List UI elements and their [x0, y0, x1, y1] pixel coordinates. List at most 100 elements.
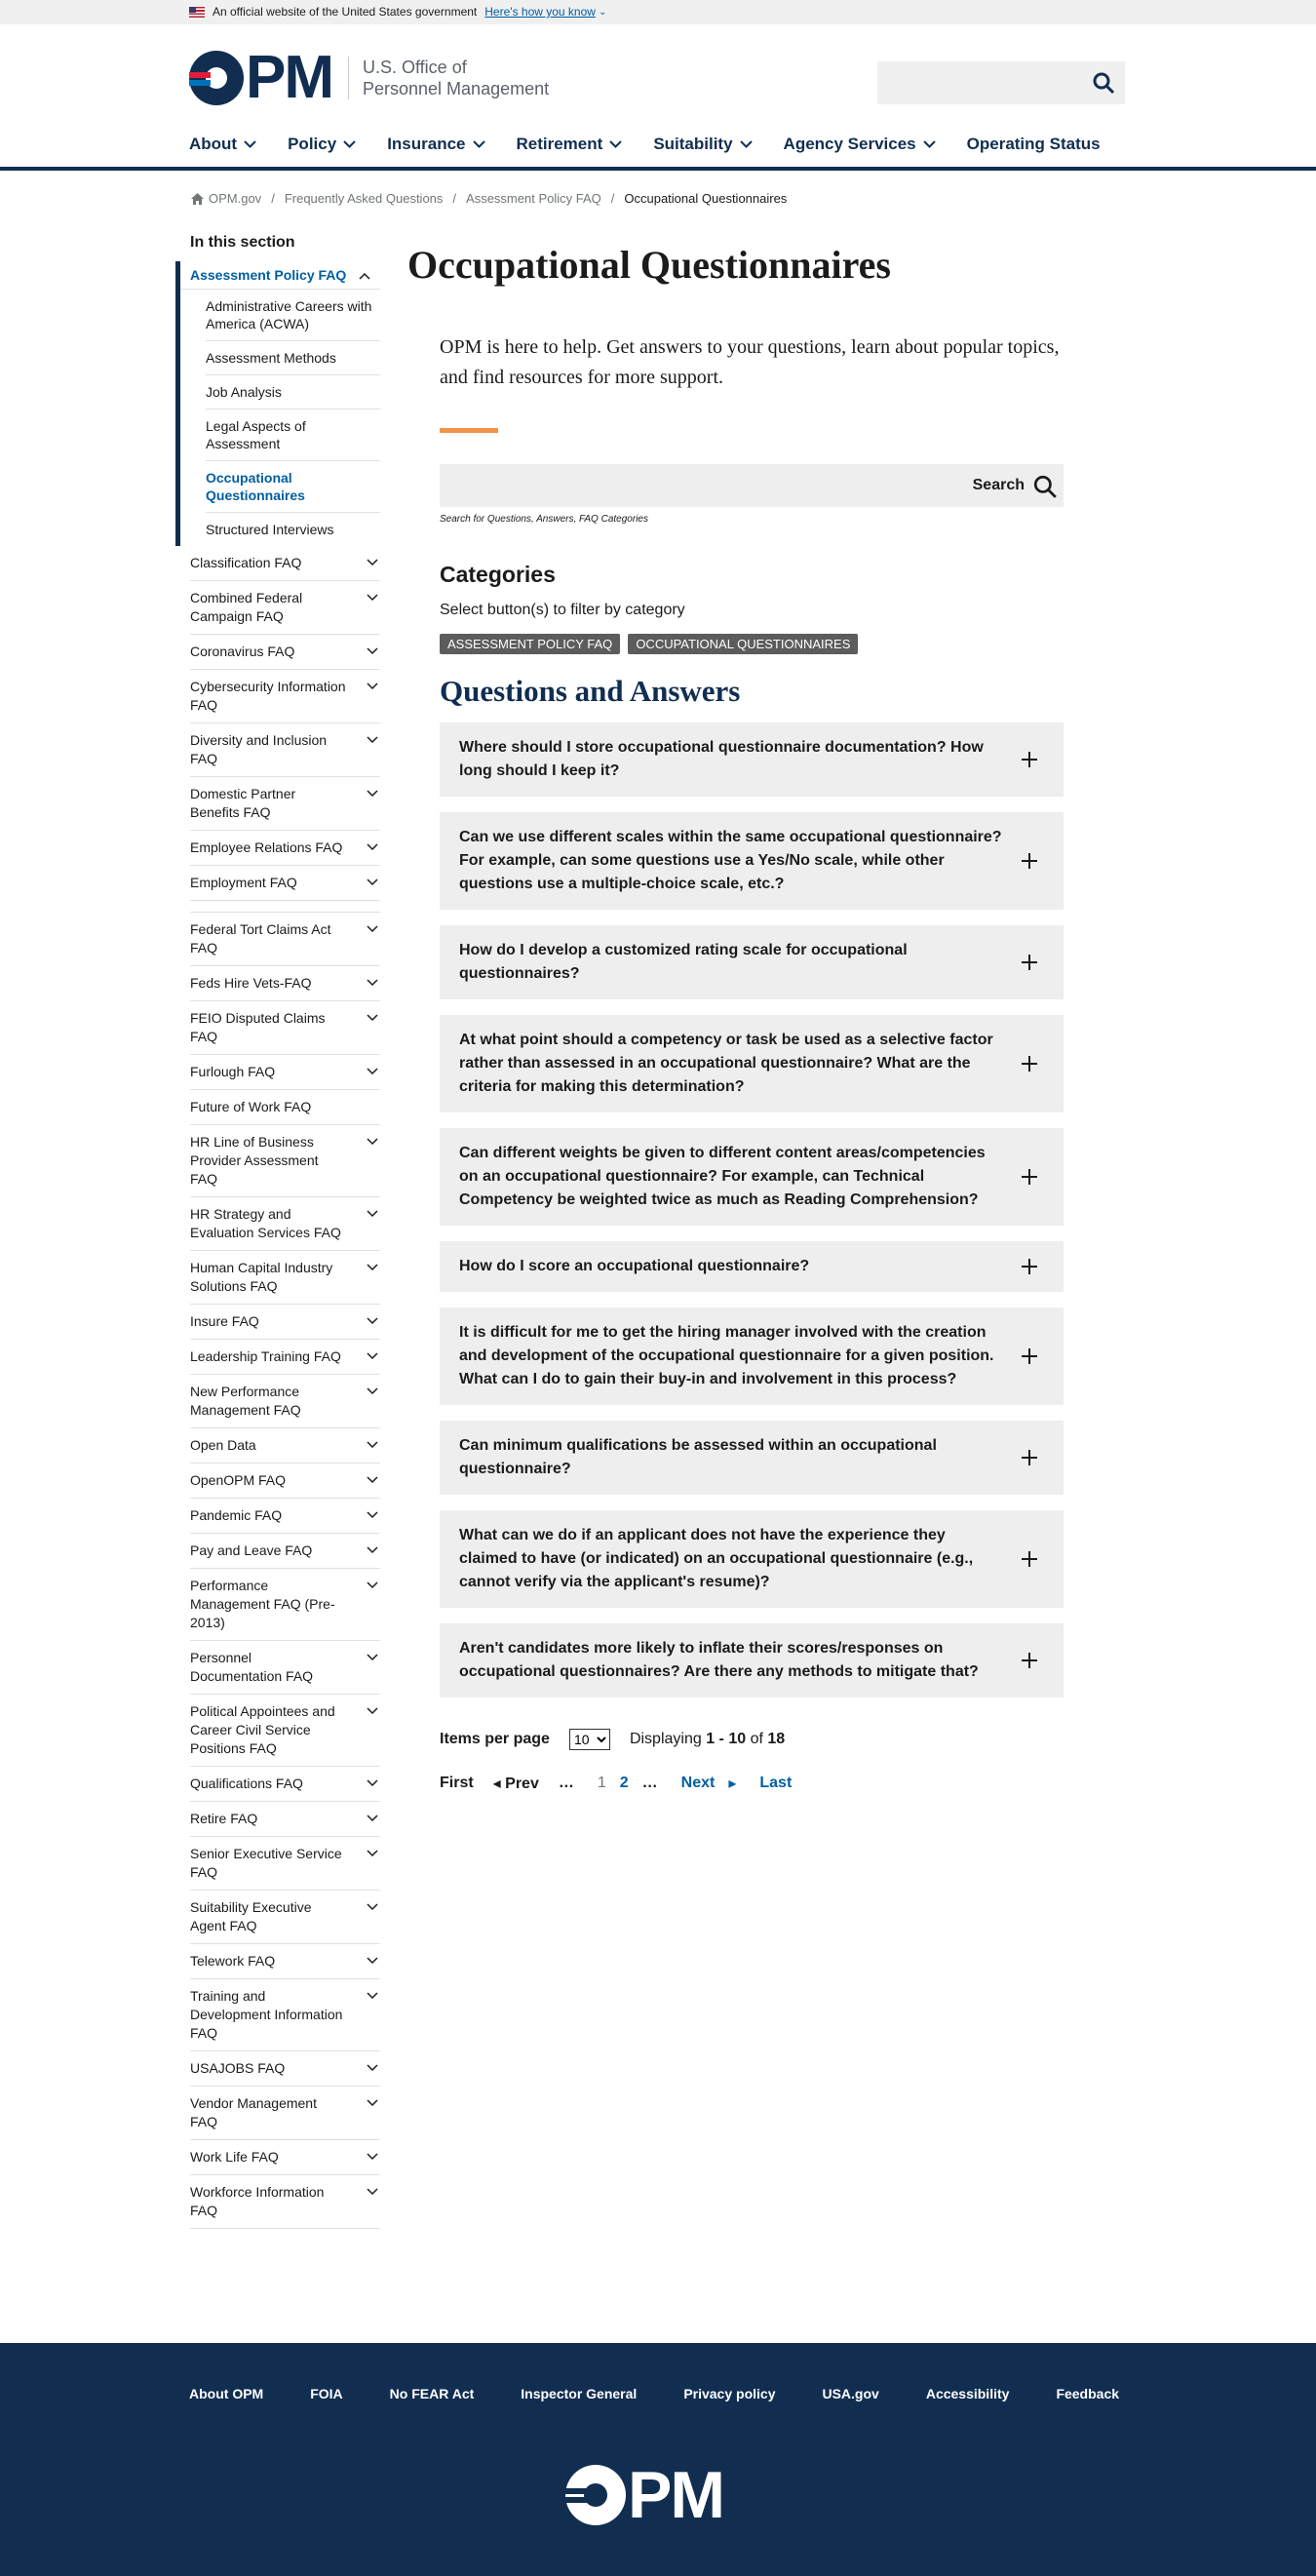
sidebar-item-telework-faq[interactable]: Telework FAQ — [190, 1944, 380, 1979]
sidebar-subitem-job-analysis[interactable]: Job Analysis — [206, 375, 380, 410]
chevron-down-icon[interactable] — [367, 1138, 378, 1146]
breadcrumb-faq[interactable]: Frequently Asked Questions — [285, 191, 444, 206]
chevron-down-icon[interactable] — [367, 1546, 378, 1554]
chevron-down-icon[interactable] — [367, 1815, 378, 1822]
pager-last[interactable]: Last — [759, 1775, 792, 1792]
sidebar-subitem-legal-aspects-of-assessment[interactable]: Legal Aspects of Assessment — [206, 410, 380, 461]
sidebar-item-training-and-development-information-faq[interactable]: Training and Development Information FAQ — [190, 1979, 380, 2051]
sidebar-item-furlough-faq[interactable]: Furlough FAQ — [190, 1055, 380, 1090]
nav-item-insurance[interactable]: Insurance — [387, 135, 485, 154]
chevron-down-icon[interactable] — [367, 2099, 378, 2107]
chevron-down-icon[interactable] — [367, 1992, 378, 2000]
qa-item[interactable]: At what point should a competency or tas… — [440, 1015, 1064, 1112]
sidebar-item-suitability-executive-agent-faq[interactable]: Suitability Executive Agent FAQ — [190, 1891, 380, 1944]
sidebar-item-classification-faq[interactable]: Classification FAQ — [190, 546, 380, 581]
heres-how-you-know-link[interactable]: Here's how you know — [484, 5, 596, 19]
footer-opm-logo[interactable]: PM — [565, 2462, 725, 2528]
chevron-down-icon[interactable] — [367, 1476, 378, 1484]
footer-link-accessibility[interactable]: Accessibility — [926, 2386, 1010, 2401]
sidebar-subitem-structured-interviews[interactable]: Structured Interviews — [206, 513, 380, 546]
footer-link-inspector-general[interactable]: Inspector General — [521, 2386, 637, 2401]
nav-item-operating-status[interactable]: Operating Status — [967, 135, 1101, 154]
chevron-down-icon[interactable] — [367, 1352, 378, 1360]
nav-item-about[interactable]: About — [189, 135, 256, 154]
chevron-down-icon[interactable] — [367, 1957, 378, 1965]
sidebar-item-usajobs-faq[interactable]: USAJOBS FAQ — [190, 2051, 380, 2087]
sidebar-item-assessment-policy-faq[interactable]: Assessment Policy FAQ — [180, 261, 380, 290]
footer-link-no-fear-act[interactable]: No FEAR Act — [390, 2386, 475, 2401]
qa-item[interactable]: Can different weights be given to differ… — [440, 1128, 1064, 1226]
chevron-down-icon[interactable] — [367, 1014, 378, 1022]
chevron-down-icon[interactable] — [922, 140, 936, 148]
opm-logo[interactable]: PM U.S. Office of Personnel Management — [189, 48, 549, 108]
chevron-down-icon[interactable] — [367, 2064, 378, 2072]
footer-link-privacy-policy[interactable]: Privacy policy — [683, 2386, 775, 2401]
sidebar-item-combined-federal-campaign-faq[interactable]: Combined Federal Campaign FAQ — [190, 581, 380, 635]
qa-item[interactable]: Can we use different scales within the s… — [440, 812, 1064, 910]
chevron-down-icon[interactable] — [367, 736, 378, 744]
plus-icon[interactable] — [1021, 1258, 1038, 1275]
sidebar-subitem-occupational-questionnaires[interactable]: Occupational Questionnaires — [206, 461, 380, 513]
plus-icon[interactable] — [1021, 1449, 1038, 1466]
footer-link-feedback[interactable]: Feedback — [1056, 2386, 1119, 2401]
qa-item[interactable]: How do I develop a customized rating sca… — [440, 925, 1064, 999]
sidebar-item-future-of-work-faq[interactable]: Future of Work FAQ — [190, 1090, 380, 1125]
sidebar-item-work-life-faq[interactable]: Work Life FAQ — [190, 2140, 380, 2175]
chevron-down-icon[interactable] — [367, 1779, 378, 1787]
sidebar-item-workforce-information-faq[interactable]: Workforce Information FAQ — [190, 2175, 380, 2229]
sidebar-item-human-capital-industry-solutions-faq[interactable]: Human Capital Industry Solutions FAQ — [190, 1251, 380, 1305]
sidebar-item-feds-hire-vets-faq[interactable]: Feds Hire Vets-FAQ — [190, 966, 380, 1001]
sidebar-item-diversity-and-inclusion-faq[interactable]: Diversity and Inclusion FAQ — [190, 723, 380, 777]
plus-icon[interactable] — [1021, 1055, 1038, 1073]
chevron-down-icon[interactable] — [739, 140, 753, 148]
chevron-down-icon[interactable] — [367, 559, 378, 566]
sidebar-item-senior-executive-service-faq[interactable]: Senior Executive Service FAQ — [190, 1837, 380, 1891]
tag-assessment-policy-faq[interactable]: ASSESSMENT POLICY FAQ — [440, 634, 621, 654]
chevron-down-icon[interactable] — [367, 683, 378, 690]
chevron-down-icon[interactable] — [367, 1441, 378, 1449]
chevron-down-icon[interactable] — [367, 843, 378, 851]
sidebar-item-employment-faq[interactable]: Employment FAQ — [190, 866, 380, 901]
pager-page-2[interactable]: 2 — [620, 1775, 629, 1792]
sidebar-item-federal-tort-claims-act-faq[interactable]: Federal Tort Claims Act FAQ — [190, 913, 380, 966]
chevron-down-icon[interactable] — [367, 1317, 378, 1325]
sidebar-item-coronavirus-faq[interactable]: Coronavirus FAQ — [190, 635, 380, 670]
chevron-down-icon[interactable] — [367, 2188, 378, 2196]
sidebar-item-political-appointees-and-career-civil-service-positions-faq[interactable]: Political Appointees and Career Civil Se… — [190, 1695, 380, 1767]
chevron-down-icon[interactable] — [367, 2153, 378, 2161]
chevron-down-icon[interactable] — [367, 1387, 378, 1395]
chevron-down-icon[interactable] — [367, 979, 378, 987]
next-arrow-icon[interactable]: ▸ — [728, 1774, 736, 1793]
qa-item[interactable]: What can we do if an applicant does not … — [440, 1510, 1064, 1608]
sidebar-item-feio-disputed-claims-faq[interactable]: FEIO Disputed Claims FAQ — [190, 1001, 380, 1055]
chevron-down-icon[interactable] — [244, 140, 256, 148]
plus-icon[interactable] — [1021, 751, 1038, 768]
search-icon[interactable] — [1032, 474, 1058, 499]
pager-prev[interactable]: ◂ Prev — [493, 1774, 539, 1793]
qa-item[interactable]: Where should I store occupational questi… — [440, 722, 1064, 797]
sidebar-subitem-administrative-careers-with-america-acwa[interactable]: Administrative Careers with America (ACW… — [206, 290, 380, 341]
breadcrumb-home[interactable]: OPM.gov — [209, 191, 261, 206]
chevron-down-icon[interactable] — [367, 925, 378, 933]
sidebar-item-leadership-training-faq[interactable]: Leadership Training FAQ — [190, 1340, 380, 1375]
sidebar-item-retire-faq[interactable]: Retire FAQ — [190, 1802, 380, 1837]
chevron-down-icon[interactable] — [367, 594, 378, 602]
items-per-page-select[interactable]: 10 — [568, 1729, 610, 1750]
chevron-down-icon[interactable] — [367, 878, 378, 886]
qa-item[interactable]: How do I score an occupational questionn… — [440, 1241, 1064, 1292]
sidebar-item-cybersecurity-information-faq[interactable]: Cybersecurity Information FAQ — [190, 670, 380, 723]
site-search-input[interactable] — [877, 61, 1125, 104]
chevron-down-icon[interactable] — [609, 140, 623, 148]
breadcrumb-assessment-policy[interactable]: Assessment Policy FAQ — [466, 191, 601, 206]
sidebar-item-employee-relations-faq[interactable]: Employee Relations FAQ — [190, 831, 380, 866]
sidebar-item-openopm-faq[interactable]: OpenOPM FAQ — [190, 1464, 380, 1499]
sidebar-item-performance-management-faq-pre-2013[interactable]: Performance Management FAQ (Pre-2013) — [190, 1569, 380, 1641]
nav-item-agency-services[interactable]: Agency Services — [784, 135, 936, 154]
sidebar-item-new-performance-management-faq[interactable]: New Performance Management FAQ — [190, 1375, 380, 1428]
search-icon[interactable] — [1092, 71, 1115, 95]
nav-item-retirement[interactable]: Retirement — [517, 135, 623, 154]
chevron-down-icon[interactable] — [343, 140, 356, 148]
plus-icon[interactable] — [1021, 1347, 1038, 1365]
chevron-down-icon[interactable] — [367, 1707, 378, 1715]
nav-item-policy[interactable]: Policy — [288, 135, 356, 154]
